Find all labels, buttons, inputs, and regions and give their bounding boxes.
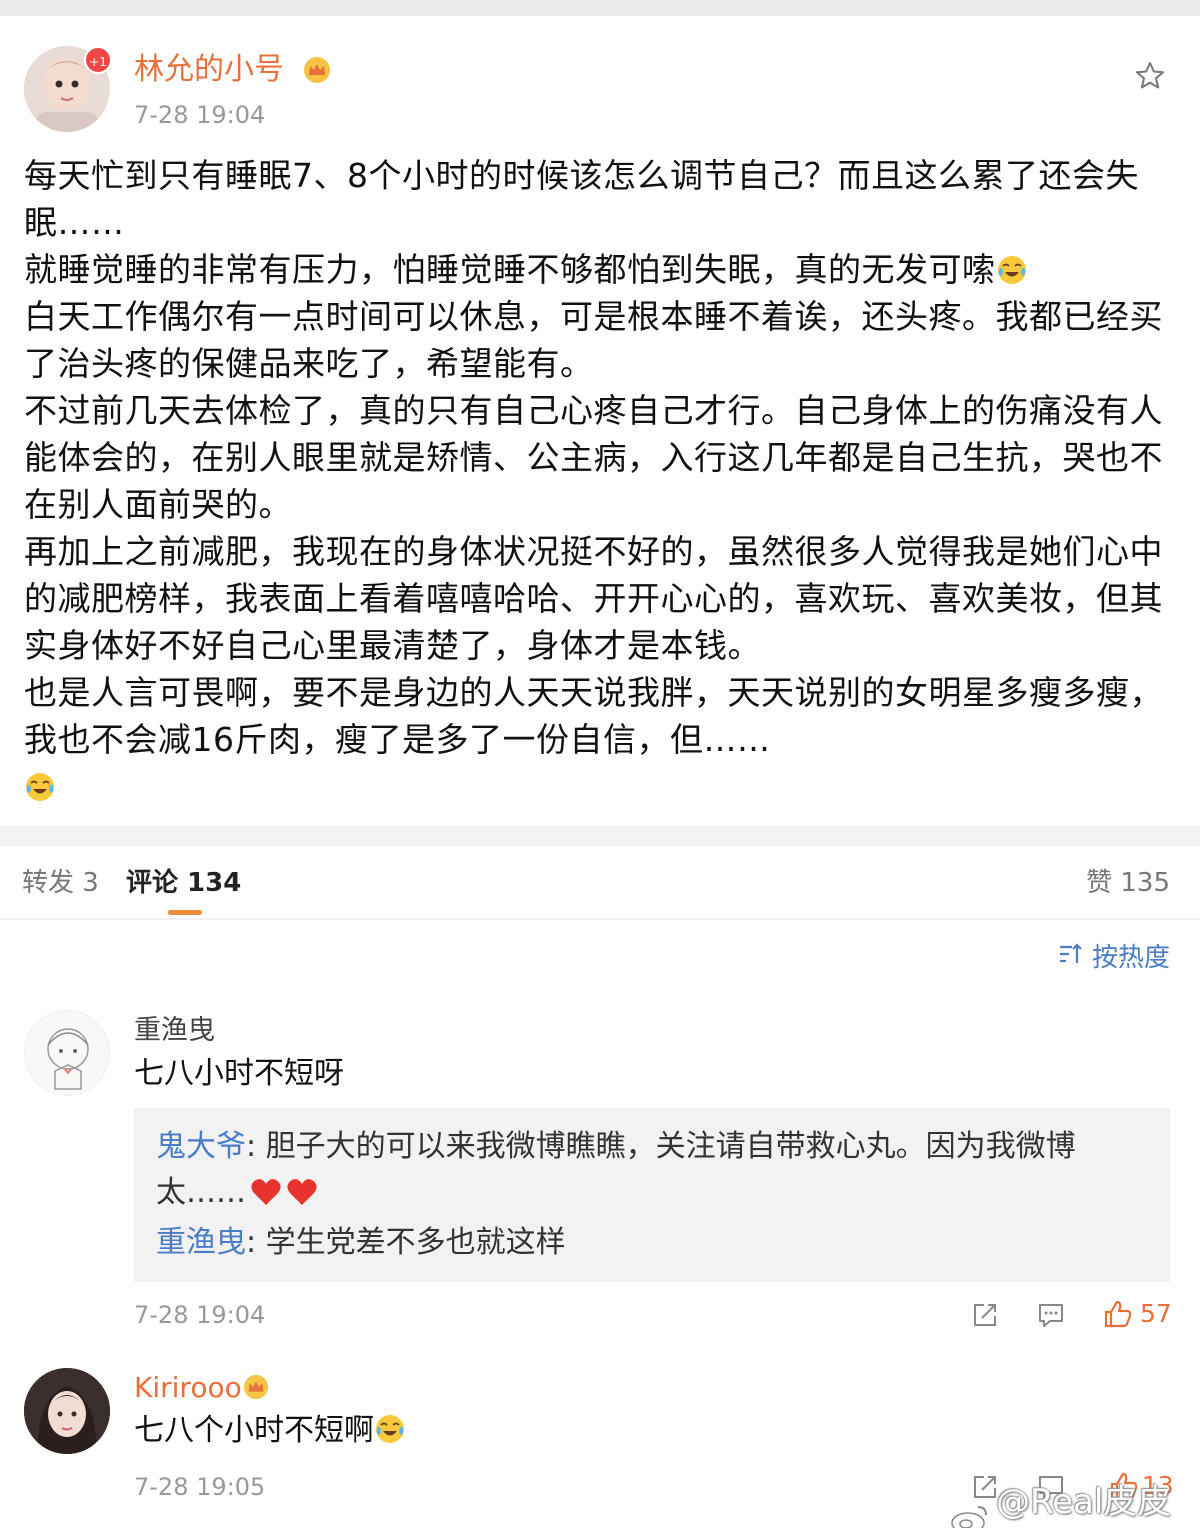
laugh-cry-emoji-icon [24, 768, 56, 801]
notification-badge: +1 [84, 46, 112, 74]
comment-timestamp: 7-28 19:05 [134, 1473, 266, 1501]
comment-timestamp: 7-28 19:04 [134, 1301, 266, 1329]
like-thumb-icon[interactable] [1102, 1298, 1134, 1330]
laugh-cry-emoji-icon [996, 251, 1028, 284]
commenter-name[interactable]: Kirirooo [134, 1368, 242, 1408]
comment-text-content: 七八个小时不短啊 [134, 1413, 374, 1448]
reply-item: 重渔曳: 学生党差不多也就这样 [156, 1220, 1148, 1266]
like-count: 57 [1140, 1299, 1172, 1328]
author-name[interactable]: 林允的小号 [134, 50, 284, 90]
tab-likes[interactable]: 赞 135 [1086, 864, 1170, 902]
post-paragraph: 白天工作偶尔有一点时间可以休息，可是根本睡不着诶，还头疼。我都已经买了治头疼的保… [24, 297, 1163, 383]
reply-text: 学生党差不多也就这样 [265, 1225, 566, 1260]
heart-icon [250, 1175, 282, 1205]
top-strip [0, 0, 1200, 16]
reply-item: 鬼大爷: 胆子大的可以来我微博瞧瞧，关注请自带救心丸。因为我微博太…… [156, 1124, 1148, 1216]
favorite-star-icon[interactable] [1134, 60, 1166, 92]
post-timestamp: 7-28 19:04 [134, 101, 266, 129]
weibo-watermark: @Real皮皮王 [950, 1480, 1200, 1528]
laugh-cry-emoji-icon [374, 1413, 406, 1445]
reply-separator: : [246, 1129, 266, 1164]
post-paragraph: 就睡觉睡的非常有压力，怕睡觉睡不够都怕到失眠，真的无发可嗦 [24, 246, 1174, 293]
comment-text: 七八个小时不短啊 [134, 1410, 406, 1452]
reply-separator: : [246, 1225, 266, 1260]
post-paragraph: 再加上之前减肥，我现在的身体状况挺不好的，虽然很多人觉得我是她们心中的减肥榜样，… [24, 532, 1163, 665]
sort-icon [1058, 940, 1084, 976]
reply-author[interactable]: 重渔曳 [156, 1225, 246, 1260]
watermark-text: @Real皮皮王 [996, 1482, 1172, 1528]
post-paragraph: 也是人言可畏啊，要不是身边的人天天说我胖，天天说别的女明星多瘦多瘦，我也不会减1… [24, 673, 1163, 759]
heart-icon [286, 1175, 318, 1205]
share-icon[interactable] [970, 1300, 1000, 1330]
active-tab-indicator [168, 910, 202, 915]
tab-repost[interactable]: 转发 3 [22, 864, 99, 902]
reply-author[interactable]: 鬼大爷 [156, 1129, 246, 1164]
vip-crown-icon [242, 1374, 270, 1400]
reply-thread[interactable]: 鬼大爷: 胆子大的可以来我微博瞧瞧，关注请自带救心丸。因为我微博太…… 重渔曳:… [134, 1108, 1170, 1282]
post-paragraph [24, 763, 1174, 810]
comment-reply-icon[interactable] [1036, 1300, 1066, 1330]
post-paragraph-text: 就睡觉睡的非常有压力，怕睡觉睡不够都怕到失眠，真的无发可嗦 [24, 250, 996, 289]
weibo-logo-icon [950, 1502, 990, 1528]
post-body: 每天忙到只有睡眠7、8个小时的时候该怎么调节自己？而且这么累了还会失眠…… 就睡… [24, 152, 1174, 810]
post-paragraph: 不过前几天去体检了，真的只有自己心疼自己才行。自己身体上的伤痛没有人能体会的，在… [24, 391, 1163, 524]
sort-toggle[interactable]: 按热度 [1058, 940, 1170, 976]
tab-divider [0, 918, 1200, 920]
comment-text: 七八小时不短呀 [134, 1056, 344, 1091]
post-paragraph: 每天忙到只有睡眠7、8个小时的时候该怎么调节自己？而且这么累了还会失眠…… [24, 156, 1139, 242]
commenter-avatar[interactable] [24, 1010, 110, 1096]
sort-label: 按热度 [1091, 943, 1170, 973]
commenter-avatar[interactable] [24, 1368, 110, 1454]
section-divider [0, 826, 1200, 846]
tab-comments[interactable]: 评论 134 [126, 864, 241, 902]
vip-crown-icon [302, 56, 332, 84]
commenter-name[interactable]: 重渔曳 [134, 1012, 215, 1050]
